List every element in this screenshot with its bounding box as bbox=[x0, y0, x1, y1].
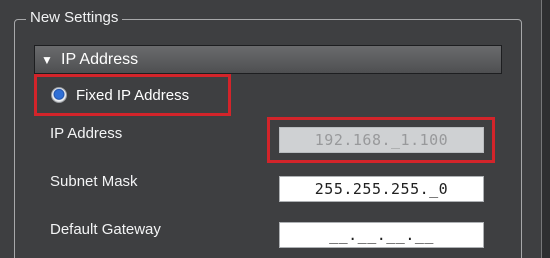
new-settings-legend: New Settings bbox=[26, 7, 123, 29]
default-gateway-field[interactable]: __.__.__.__ bbox=[279, 222, 484, 248]
triangle-down-icon[interactable]: ▼ bbox=[41, 53, 61, 67]
ip-address-field[interactable]: 192.168._1.100 bbox=[279, 127, 484, 153]
default-gateway-label: Default Gateway bbox=[50, 221, 161, 238]
section-title: IP Address bbox=[61, 50, 139, 68]
fixed-ip-radio-option[interactable]: Fixed IP Address bbox=[34, 74, 231, 116]
radio-button-selected-icon[interactable] bbox=[51, 87, 67, 103]
ip-address-section-header[interactable]: ▼ IP Address bbox=[34, 45, 502, 74]
window-edge bbox=[541, 0, 550, 258]
ip-address-label: IP Address bbox=[50, 125, 123, 142]
settings-panel: New Settings ▼ IP Address Fixed IP Addre… bbox=[0, 0, 550, 258]
fixed-ip-radio-label: Fixed IP Address bbox=[76, 86, 190, 104]
subnet-mask-label: Subnet Mask bbox=[50, 173, 138, 190]
subnet-mask-field[interactable]: 255.255.255._0 bbox=[279, 176, 484, 202]
